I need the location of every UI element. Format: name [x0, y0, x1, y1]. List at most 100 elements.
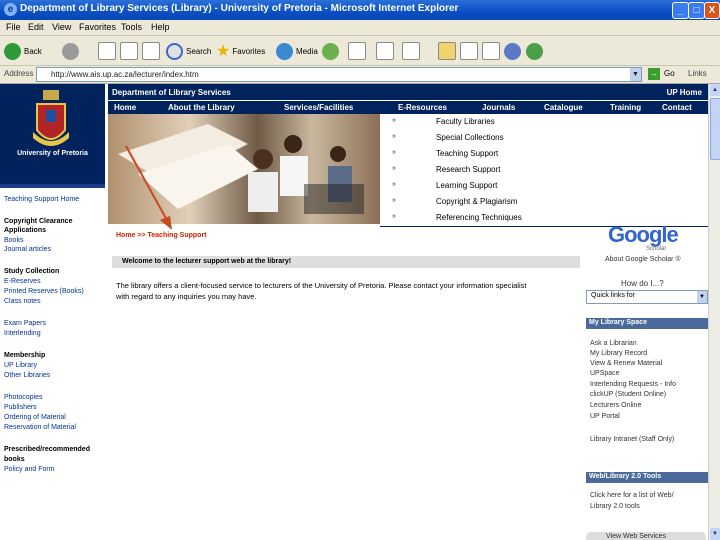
refresh-button[interactable] — [120, 41, 138, 61]
leftnav-item[interactable]: Journal articles — [4, 246, 51, 253]
back-button[interactable]: Back — [4, 41, 42, 61]
mail-button[interactable] — [348, 41, 366, 61]
home-icon — [142, 42, 160, 60]
leftnav-item[interactable]: Publishers — [4, 404, 37, 411]
scroll-thumb[interactable] — [710, 98, 720, 160]
home-button[interactable] — [142, 41, 160, 61]
mail-icon — [348, 42, 366, 60]
stop-button[interactable] — [98, 41, 116, 61]
dropdown-item-copyright[interactable]: » Copyright & Plagiarism — [380, 194, 708, 211]
tab-home[interactable]: Home — [114, 103, 136, 112]
forward-arrow-icon — [62, 42, 79, 60]
dropdown-item-learning-support[interactable]: » Learning Support — [380, 178, 708, 195]
leftnav-item[interactable]: Interlending — [4, 330, 41, 337]
menu-file[interactable]: File — [6, 22, 21, 32]
my-library-link[interactable]: clickUP (Student Online) — [590, 391, 666, 398]
main-tab-bar: Home About the Library Services/Faciliti… — [108, 101, 708, 114]
favorites-button[interactable]: ★ Favorites — [216, 41, 265, 61]
title-bar: e Department of Library Services (Librar… — [0, 0, 720, 20]
leftnav-item[interactable]: Reservation of Material — [4, 424, 76, 431]
tab-training[interactable]: Training — [610, 103, 641, 112]
leftnav-item[interactable]: Other Libraries — [4, 372, 50, 379]
history-button[interactable] — [322, 41, 342, 61]
leftnav-heading: Study Collection — [4, 268, 60, 275]
my-library-link[interactable]: Lecturers Online — [590, 402, 641, 409]
leftnav-item[interactable]: Printed Reserves (Books) — [4, 288, 84, 295]
dropdown-item-special-collections[interactable]: » Special Collections — [380, 130, 708, 147]
library-intranet-link[interactable]: Library Intranet (Staff Only) — [590, 436, 674, 443]
leftnav-item[interactable]: Teaching Support Home — [4, 196, 79, 203]
menu-favorites[interactable]: Favorites — [79, 22, 116, 32]
tab-journals[interactable]: Journals — [482, 103, 515, 112]
address-url: http://www.ais.up.ac.za/lecturer/index.h… — [51, 70, 199, 79]
links-button[interactable]: Links — [688, 69, 707, 78]
menu-help[interactable]: Help — [151, 22, 170, 32]
tab-e-resources[interactable]: E-Resources — [398, 103, 447, 112]
minimize-button[interactable]: _ — [672, 2, 689, 19]
go-button[interactable]: Go — [664, 69, 675, 78]
my-library-link[interactable]: UP Portal — [590, 413, 620, 420]
my-library-link[interactable]: Ask a Librarian — [590, 340, 637, 347]
google-scholar-logo[interactable]: Google Scholar — [608, 224, 688, 253]
research-icon — [460, 42, 478, 60]
edit-button[interactable] — [402, 41, 420, 61]
go-arrow-icon[interactable]: → — [648, 68, 660, 80]
media-button[interactable]: Media — [276, 41, 318, 61]
how-do-i-label: How do I...? — [621, 279, 664, 288]
leftnav-item[interactable]: Ordering of Material — [4, 414, 66, 421]
menu-tools[interactable]: Tools — [121, 22, 142, 32]
maximize-button[interactable]: □ — [688, 2, 705, 19]
leftnav-item[interactable]: Class notes — [4, 298, 41, 305]
annotation-arrow-icon — [125, 145, 172, 230]
department-title: Department of Library Services — [112, 88, 231, 97]
dropdown-item-teaching-support[interactable]: » Teaching Support — [380, 146, 708, 163]
close-button[interactable]: X — [704, 2, 720, 19]
my-library-link[interactable]: Interlending Requests - Info — [590, 381, 676, 388]
my-library-link[interactable]: My Library Record — [590, 350, 647, 357]
search-button[interactable]: Search — [166, 41, 211, 61]
web-tools-link[interactable]: Click here for a list of Web/ — [590, 492, 674, 499]
quick-links-select[interactable]: Quick links for ▼ — [586, 290, 708, 304]
leftnav-item[interactable]: Books — [4, 237, 23, 244]
research-button[interactable] — [460, 41, 478, 61]
leftnav-item[interactable]: Policy and Form — [4, 466, 55, 473]
tab-catalogue[interactable]: Catalogue — [544, 103, 583, 112]
menu-edit[interactable]: Edit — [28, 22, 44, 32]
leftnav-item[interactable]: E-Reserves — [4, 278, 41, 285]
intro-paragraph: The library offers a client-focused serv… — [116, 281, 527, 301]
dropdown-item-faculty-libraries[interactable]: » Faculty Libraries — [380, 114, 708, 131]
my-library-link[interactable]: View & Renew Material — [590, 360, 662, 367]
leftnav-item[interactable]: Photocopies — [4, 394, 43, 401]
discuss-button[interactable] — [504, 41, 524, 61]
view-web-services-button[interactable]: View Web Services — [586, 532, 706, 540]
up-home-link[interactable]: UP Home — [667, 88, 702, 97]
about-google-scholar-link[interactable]: About Google Scholar ® — [605, 256, 681, 263]
vertical-scrollbar[interactable]: ▲ ▼ — [708, 84, 720, 540]
folder-button[interactable] — [438, 41, 456, 61]
window-title: Department of Library Services (Library)… — [20, 3, 459, 14]
web-page: University of Pretoria Teaching Support … — [0, 84, 708, 540]
left-divider — [0, 184, 105, 188]
breadcrumb[interactable]: Home >> Teaching Support — [116, 232, 207, 239]
tab-services[interactable]: Services/Facilities — [284, 103, 353, 112]
messenger-button[interactable] — [526, 41, 546, 61]
toolbar: Back Search ★ Favorites Media — [0, 36, 720, 66]
leftnav-heading: Membership — [4, 352, 46, 359]
menu-view[interactable]: View — [52, 22, 71, 32]
print-button[interactable] — [376, 41, 394, 61]
my-library-link[interactable]: UPSpace — [590, 370, 620, 377]
address-dropdown-icon[interactable]: ▼ — [630, 68, 641, 81]
address-input[interactable]: http://www.ais.up.ac.za/lecturer/index.h… — [36, 67, 642, 82]
tab-about[interactable]: About the Library — [168, 103, 235, 112]
ie-icon: e — [4, 3, 17, 16]
tab-contact[interactable]: Contact — [662, 103, 692, 112]
university-logo-area[interactable]: University of Pretoria — [0, 84, 105, 184]
leftnav-item[interactable]: UP Library — [4, 362, 37, 369]
forward-button[interactable] — [62, 41, 82, 61]
web-tools-link[interactable]: Library 2.0 tools — [590, 503, 640, 510]
scroll-up-icon[interactable]: ▲ — [710, 84, 720, 96]
frame-button[interactable] — [482, 41, 500, 61]
dropdown-item-research-support[interactable]: » Research Support — [380, 162, 708, 179]
scroll-down-icon[interactable]: ▼ — [710, 528, 720, 540]
leftnav-item[interactable]: Exam Papers — [4, 320, 46, 327]
